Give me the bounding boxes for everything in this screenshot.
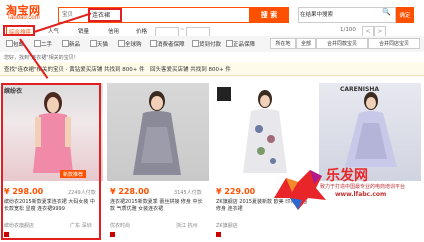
pagination-info: 1/100 xyxy=(340,27,356,33)
shop-badge-icon xyxy=(216,232,221,237)
global-checkbox[interactable] xyxy=(118,40,125,47)
new-checkbox[interactable] xyxy=(62,40,69,47)
cod-label: 货到付款 xyxy=(199,42,222,48)
search-scope-dropdown[interactable]: 宝贝 xyxy=(62,10,73,18)
product-price-2: ¥ 228.00 xyxy=(110,187,150,196)
price-range-separator: ~ xyxy=(180,27,185,33)
search-icon: 🔍 xyxy=(382,8,391,16)
product-title-2[interactable]: 连衣裙2015新款夏季 蕾丝拼接 修身 中长款 气质优雅 女装连衣裙 xyxy=(110,199,204,212)
subnotice-right[interactable]: 回头客爱买店铺 共找到 800+ 件 xyxy=(150,65,231,73)
tab-price[interactable]: 价格 xyxy=(136,27,147,35)
watermark-subtitle: 致力于打造中国最专业的电商培训平台 xyxy=(320,184,406,190)
watermark-url: www.lfabc.com xyxy=(335,191,387,198)
consumer-checkbox[interactable] xyxy=(150,40,157,47)
search-button[interactable]: 搜 索 xyxy=(249,7,289,23)
tab-credit[interactable]: 信用 xyxy=(108,27,119,35)
merge-same-style-button[interactable]: 合并同款宝贝 xyxy=(316,38,368,49)
brand-tag-4: CARENISHA xyxy=(340,86,380,93)
tab-sales[interactable]: 销量 xyxy=(78,27,89,35)
invoice-label: 正品保障 xyxy=(233,42,256,48)
free-shipping-checkbox[interactable] xyxy=(6,40,13,47)
in-result-confirm-button[interactable]: 确定 xyxy=(396,7,414,23)
tmall-label: 天猫 xyxy=(97,42,109,48)
new-label: 新品 xyxy=(69,42,81,48)
shop-badge-icon xyxy=(110,232,115,237)
product-image-2[interactable] xyxy=(107,83,209,181)
region-dropdown[interactable]: 所在地 xyxy=(270,38,296,49)
product-shop-3[interactable]: ZK旗舰店 xyxy=(216,222,238,229)
tab-popularity[interactable]: 人气 xyxy=(48,27,59,35)
tmall-checkbox[interactable] xyxy=(90,40,97,47)
watermark-title: 乐发网 xyxy=(326,168,368,184)
annotation-sort-tab xyxy=(3,25,35,36)
taobao-logo-sub: Taobao.com xyxy=(7,15,40,21)
product-price-3: ¥ 229.00 xyxy=(216,187,256,196)
subnotice-left[interactable]: 查找"连衣裙"相关的宝贝 · 黄钻爱买店铺 共找到 800+ 件 xyxy=(4,65,145,73)
cod-checkbox[interactable] xyxy=(192,40,199,47)
notice-text: 您好，找到"连衣裙"相关的宝贝！ xyxy=(4,55,79,61)
product-shop-2[interactable]: 优衣时尚 xyxy=(110,222,130,229)
annotation-card-highlight xyxy=(1,83,101,240)
second-hand-checkbox[interactable] xyxy=(34,40,41,47)
consumer-label: 消费者保障 xyxy=(157,42,185,48)
product-sales-2: 3145人付款 xyxy=(174,190,202,196)
global-label: 全球购 xyxy=(125,42,142,48)
model-figure-2 xyxy=(133,91,181,175)
in-result-label: 在结果中搜索 xyxy=(300,12,334,18)
view-all-dropdown[interactable]: 全部 xyxy=(296,38,316,49)
second-hand-label: 二手 xyxy=(41,42,53,48)
product-location-2: 浙江 杭州 xyxy=(176,223,198,229)
annotation-search-query xyxy=(88,8,122,22)
merge-same-shop-button[interactable]: 合并同店宝贝 xyxy=(368,38,420,49)
invoice-checkbox[interactable] xyxy=(226,40,233,47)
